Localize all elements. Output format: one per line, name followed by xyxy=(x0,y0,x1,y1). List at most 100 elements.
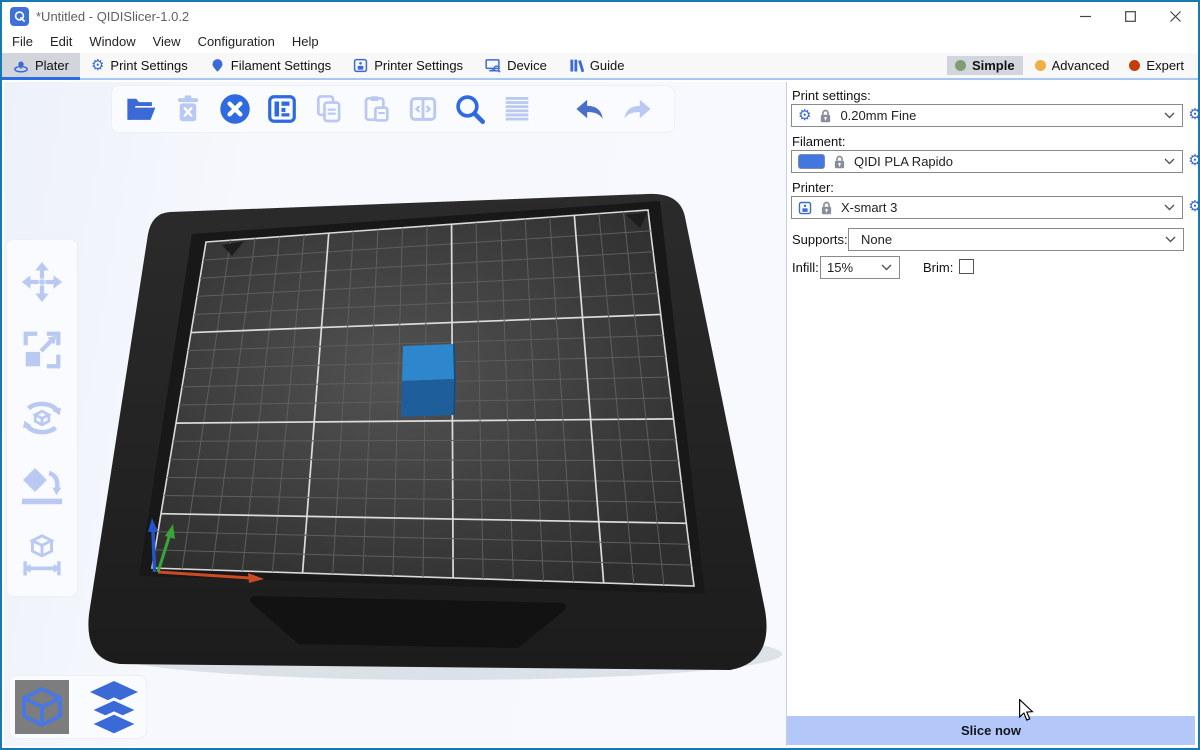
brim-checkbox[interactable] xyxy=(959,259,974,274)
slice-now-button[interactable]: Slice now xyxy=(787,716,1195,745)
tab-device[interactable]: Device xyxy=(474,53,558,78)
supports-combo[interactable]: None xyxy=(848,228,1184,251)
copy-icon[interactable] xyxy=(310,90,348,128)
mode-switcher: Simple Advanced Expert xyxy=(947,53,1198,78)
filament-gear-button[interactable]: ⚙ xyxy=(1187,152,1200,170)
variable-layer-height-icon[interactable] xyxy=(498,90,536,128)
advanced-dot-icon xyxy=(1035,60,1046,71)
printer-icon xyxy=(353,58,368,73)
minimize-button[interactable] xyxy=(1063,2,1108,30)
tab-plater[interactable]: Plater xyxy=(2,53,80,78)
tab-label: Plater xyxy=(35,58,69,73)
preview-view-icon[interactable] xyxy=(86,679,142,735)
filament-color-swatch xyxy=(798,154,825,169)
chevron-down-icon xyxy=(1164,112,1175,119)
plater-icon xyxy=(13,58,29,74)
measure-icon[interactable] xyxy=(18,530,66,578)
menu-file[interactable]: File xyxy=(12,34,33,49)
lock-icon xyxy=(833,155,846,169)
tab-filament-settings[interactable]: Filament Settings xyxy=(199,53,342,78)
filament-combo[interactable]: QIDI PLA Rapido xyxy=(791,150,1183,173)
gear-icon: ⚙ xyxy=(91,58,104,73)
print-bed-scene xyxy=(4,82,786,746)
open-icon[interactable] xyxy=(122,90,160,128)
filament-value: QIDI PLA Rapido xyxy=(854,154,953,169)
supports-value: None xyxy=(855,232,892,247)
split-to-objects-icon[interactable] xyxy=(404,90,442,128)
tab-printer-settings[interactable]: Printer Settings xyxy=(342,53,474,78)
tab-label: Filament Settings xyxy=(231,58,331,73)
tab-label: Guide xyxy=(590,58,625,73)
object-toolbar xyxy=(7,240,77,596)
search-icon[interactable] xyxy=(451,90,489,128)
tab-label: Print Settings xyxy=(110,58,187,73)
mode-label: Expert xyxy=(1146,58,1184,73)
tab-label: Printer Settings xyxy=(374,58,463,73)
tab-print-settings[interactable]: ⚙ Print Settings xyxy=(80,53,199,78)
delete-all-icon[interactable] xyxy=(216,90,254,128)
tab-label: Device xyxy=(507,58,547,73)
menu-configuration[interactable]: Configuration xyxy=(198,34,275,49)
mode-simple[interactable]: Simple xyxy=(947,56,1023,75)
lock-icon xyxy=(819,109,832,123)
brim-label: Brim: xyxy=(923,260,953,275)
mouse-cursor xyxy=(1018,699,1034,721)
paste-icon[interactable] xyxy=(357,90,395,128)
3d-viewport[interactable] xyxy=(4,82,786,746)
chevron-down-icon xyxy=(1165,236,1176,243)
maximize-button[interactable] xyxy=(1108,2,1153,30)
infill-label: Infill: xyxy=(792,260,819,275)
chevron-down-icon xyxy=(1164,158,1175,165)
menu-window[interactable]: Window xyxy=(89,34,135,49)
printer-label: Printer: xyxy=(792,180,834,195)
filament-icon xyxy=(210,58,225,73)
tabbar: Plater ⚙ Print Settings Filament Setting… xyxy=(2,53,1198,80)
device-icon xyxy=(485,58,501,73)
settings-sidebar: Print settings: ⚙ 0.20mm Fine ⚙ Filament… xyxy=(787,82,1196,746)
rotate-icon[interactable] xyxy=(18,394,66,442)
filament-label: Filament: xyxy=(792,134,845,149)
mode-advanced[interactable]: Advanced xyxy=(1027,56,1118,75)
lock-icon xyxy=(820,201,833,215)
printer-icon xyxy=(798,201,812,215)
menubar: File Edit Window View Configuration Help xyxy=(2,30,1198,53)
delete-icon[interactable] xyxy=(169,90,207,128)
expert-dot-icon xyxy=(1129,60,1140,71)
guide-icon xyxy=(569,58,584,73)
scale-icon[interactable] xyxy=(18,326,66,374)
place-on-face-icon[interactable] xyxy=(18,462,66,510)
mode-label: Simple xyxy=(972,58,1015,73)
supports-label: Supports: xyxy=(792,232,848,247)
simple-dot-icon xyxy=(955,60,966,71)
infill-value: 15% xyxy=(827,260,853,275)
print-settings-gear-button[interactable]: ⚙ xyxy=(1187,106,1200,124)
view-toolbar xyxy=(10,676,146,738)
mode-expert[interactable]: Expert xyxy=(1121,56,1192,75)
main-toolbar xyxy=(112,86,674,132)
printer-combo[interactable]: X-smart 3 xyxy=(791,196,1183,219)
arrange-icon[interactable] xyxy=(263,90,301,128)
close-button[interactable] xyxy=(1153,2,1198,30)
menu-help[interactable]: Help xyxy=(292,34,319,49)
window-title: *Untitled - QIDISlicer-1.0.2 xyxy=(36,9,189,24)
titlebar: *Untitled - QIDISlicer-1.0.2 xyxy=(2,2,1198,30)
chevron-down-icon xyxy=(1164,204,1175,211)
handle-cutout xyxy=(254,600,562,644)
menu-edit[interactable]: Edit xyxy=(50,34,72,49)
mode-label: Advanced xyxy=(1052,58,1110,73)
menu-view[interactable]: View xyxy=(153,34,181,49)
printer-gear-button[interactable]: ⚙ xyxy=(1187,198,1200,216)
model-cube[interactable] xyxy=(401,344,455,417)
redo-icon[interactable] xyxy=(618,90,656,128)
app-logo-icon xyxy=(10,7,29,26)
undo-icon[interactable] xyxy=(571,90,609,128)
gear-icon: ⚙ xyxy=(798,108,811,123)
print-settings-combo[interactable]: ⚙ 0.20mm Fine xyxy=(791,104,1183,127)
tab-guide[interactable]: Guide xyxy=(558,53,636,78)
print-settings-label: Print settings: xyxy=(792,88,871,103)
infill-combo[interactable]: 15% xyxy=(820,256,900,279)
print-settings-value: 0.20mm Fine xyxy=(840,108,916,123)
editor-view-icon[interactable] xyxy=(14,679,70,735)
chevron-down-icon xyxy=(881,264,892,271)
move-icon[interactable] xyxy=(18,258,66,306)
